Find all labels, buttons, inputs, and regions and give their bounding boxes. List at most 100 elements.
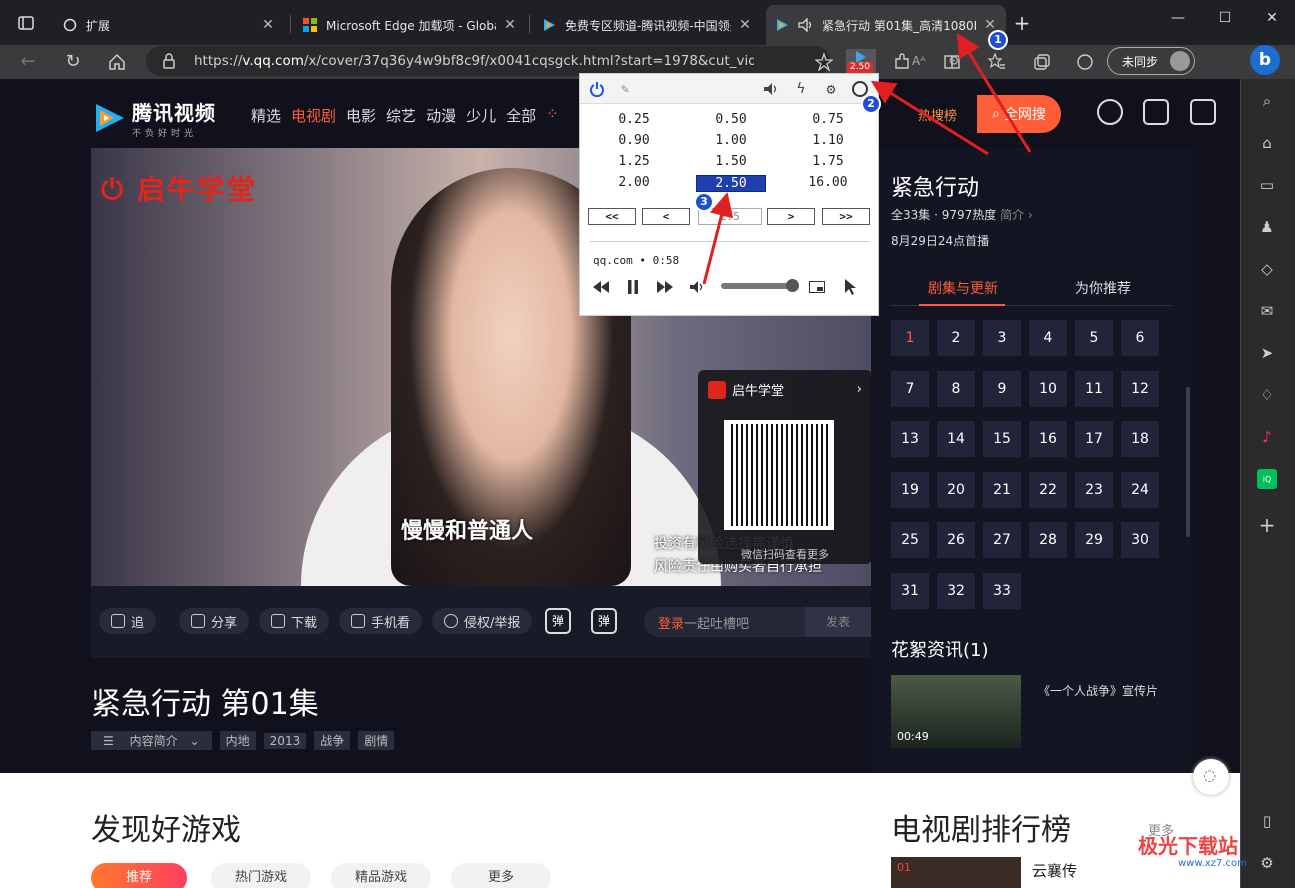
speed-option[interactable]: 1.50 [696,154,766,169]
extras-thumbnail[interactable]: 00:49 [891,675,1021,748]
maximize-button[interactable]: ☐ [1215,10,1235,26]
game-tab-premium[interactable]: 精品游戏 [331,863,431,888]
nav-item[interactable]: 少儿 [466,105,496,126]
m365-icon[interactable]: ◇ [1257,259,1277,279]
grid-icon[interactable]: ⁘ [546,105,559,126]
episode-button[interactable]: 33 [983,573,1021,609]
history-icon[interactable] [1097,99,1123,125]
episode-button[interactable]: 1 [891,320,929,356]
episode-button[interactable]: 31 [891,573,929,609]
iqiyi-icon[interactable]: iQ [1257,469,1277,489]
favorites-icon[interactable] [985,50,1009,74]
speed-option[interactable]: 16.00 [793,175,863,190]
episode-button[interactable]: 28 [1029,522,1067,559]
follow-button[interactable]: 追 [99,608,157,634]
speed-max-button[interactable]: >> [822,208,870,225]
tab-episodes[interactable]: 剧集与更新 [928,278,998,298]
episode-button[interactable]: 32 [937,573,975,609]
game-tab-hot[interactable]: 热门游戏 [211,863,311,888]
tag[interactable]: 2013 [263,732,307,749]
home-button[interactable] [105,51,129,73]
rank-thumbnail[interactable]: 01 [891,857,1021,888]
hot-search-link[interactable]: 热搜榜 [918,105,957,124]
pip-icon[interactable] [808,278,826,296]
speed-up-button[interactable]: > [767,208,815,225]
power-icon[interactable] [588,80,606,98]
speed-option[interactable]: 1.10 [793,133,863,148]
video-speed-extension-button[interactable]: 2.50 [846,49,876,74]
read-aloud-icon[interactable]: Aᴬ [912,54,925,68]
episode-button[interactable]: 21 [983,471,1021,508]
nav-item[interactable]: 电影 [346,105,376,126]
episode-button[interactable]: 24 [1121,471,1159,508]
danmu-toggle[interactable]: 弹 [545,608,571,634]
episode-button[interactable]: 13 [891,421,929,458]
client-icon[interactable] [1190,99,1216,125]
nav-item[interactable]: 全部 [506,105,536,126]
settings-icon[interactable]: ⚙ [1257,853,1277,873]
report-button[interactable]: 侵权/举报 [432,608,533,634]
send-icon[interactable]: ➤ [1257,343,1277,363]
episode-button[interactable]: 8 [937,370,975,407]
episode-button[interactable]: 10 [1029,370,1067,407]
tab-edge-addons[interactable]: Microsoft Edge 加载项 - Global S ✕ [294,9,526,41]
speed-down-button[interactable]: < [642,208,690,225]
speed-option[interactable]: 1.00 [696,133,766,148]
feedback-button[interactable]: ◌ [1193,759,1229,795]
episode-button[interactable]: 15 [983,421,1021,458]
game-tab-more[interactable]: 更多 [451,863,551,888]
episode-button[interactable]: 18 [1121,421,1159,458]
speed-option[interactable]: 1.75 [793,154,863,169]
episode-button[interactable]: 11 [1075,370,1113,407]
nav-item[interactable]: 动漫 [426,105,456,126]
tab-recommend[interactable]: 为你推荐 [1075,278,1131,298]
tag[interactable]: 剧情 [358,731,395,750]
close-icon[interactable]: ✕ [737,17,753,33]
tag-icon[interactable]: ⌂ [1257,133,1277,153]
episode-button[interactable]: 19 [891,471,929,508]
qr-ad-card[interactable]: 启牛学堂 › 微信扫码查看更多 [698,370,872,564]
rank-title[interactable]: 云襄传 [1032,860,1077,881]
episode-button[interactable]: 16 [1029,421,1067,458]
episode-button[interactable]: 9 [983,370,1021,407]
nav-item[interactable]: 精选 [251,105,281,126]
tag[interactable]: 战争 [314,731,351,750]
gear-icon[interactable]: ⚙ [822,80,840,98]
episode-button[interactable]: 25 [891,522,929,559]
tab-extensions[interactable]: 扩展 ✕ [54,9,284,41]
lightning-icon[interactable]: ϟ [792,80,810,98]
rewind-icon[interactable] [592,278,610,296]
episode-button[interactable]: 3 [983,320,1021,356]
send-button[interactable]: 发表 [805,607,871,637]
chevron-right-icon[interactable]: › [857,382,862,397]
volume-slider[interactable] [721,279,799,292]
download-button[interactable]: 下载 [259,608,330,634]
episode-button[interactable]: 4 [1029,320,1067,356]
collections-icon[interactable] [1030,50,1054,74]
tag[interactable]: 内地 [219,731,256,750]
episode-button[interactable]: 17 [1075,421,1113,458]
speed-option[interactable]: 2.00 [599,175,669,190]
back-button[interactable]: ← [16,51,40,73]
episode-button[interactable]: 22 [1029,471,1067,508]
pin-icon[interactable]: ✎ [616,80,634,98]
search-icon[interactable]: ⌕ [1257,91,1277,111]
address-input[interactable]: https://v.qq.com/x/cover/37q36y4w9bf8c9f… [146,46,960,76]
close-icon[interactable]: ✕ [260,17,276,33]
panel-scrollbar[interactable] [1186,387,1190,537]
episode-button[interactable]: 26 [937,522,975,559]
speed-option[interactable]: 1.25 [599,154,669,169]
close-icon[interactable]: ✕ [502,17,518,33]
outlook-icon[interactable]: ✉ [1257,301,1277,321]
tencent-video-logo[interactable]: 腾讯视频 不负好时光 [92,97,216,139]
episode-button[interactable]: 12 [1121,370,1159,407]
episode-button[interactable]: 5 [1075,320,1113,356]
tiktok-icon[interactable]: ♪ [1257,427,1277,447]
episode-button[interactable]: 6 [1121,320,1159,356]
episode-button[interactable]: 2 [937,320,975,356]
tab-free-channel[interactable]: 免费专区频道-腾讯视频-中国领先 ✕ [533,9,761,41]
episode-button[interactable]: 20 [937,471,975,508]
intro-dropdown[interactable]: ☰ 内容简介 ⌄ [91,731,212,750]
refresh-button[interactable]: ↻ [61,51,85,73]
split-screen-icon[interactable] [940,50,964,74]
